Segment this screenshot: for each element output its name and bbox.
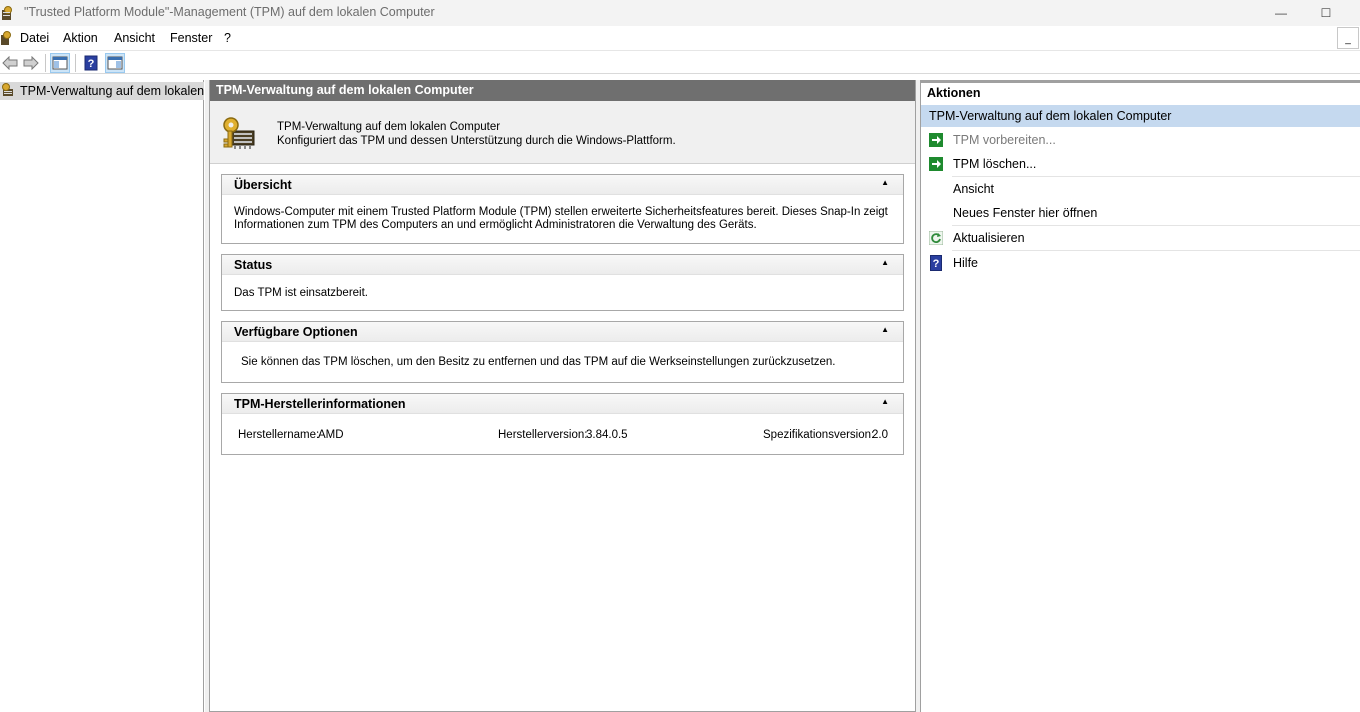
action-label: Hilfe	[953, 256, 979, 270]
spec-version-label: Spezifikationsversion:	[763, 429, 875, 441]
action-label: Neues Fenster hier öffnen	[953, 206, 1098, 220]
status-text: Das TPM ist einsatzbereit.	[234, 287, 369, 299]
result-pane: TPM-Verwaltung auf dem lokalen Computer …	[209, 80, 916, 712]
no-icon	[928, 181, 944, 197]
section-options-header[interactable]: Verfügbare Optionen ▲	[222, 322, 903, 342]
section-title: Übersicht	[234, 178, 292, 192]
tpm-app-icon[interactable]	[0, 5, 16, 21]
intro-panel: TPM-Verwaltung auf dem lokalen Computer …	[210, 101, 915, 164]
mdi-minimize-button[interactable]: _	[1337, 27, 1359, 49]
menu-ansicht[interactable]: Ansicht	[114, 31, 155, 45]
tpm-key-icon	[0, 82, 16, 100]
section-manufacturer-header[interactable]: TPM-Herstellerinformationen ▲	[222, 394, 903, 414]
action-refresh[interactable]: Aktualisieren	[921, 226, 1360, 250]
overview-text-line1: Windows-Computer mit einem Trusted Platf…	[234, 206, 888, 218]
action-new-window[interactable]: Neues Fenster hier öffnen	[921, 201, 1360, 225]
toolbar-separator	[45, 54, 46, 72]
tree-item-label: TPM-Verwaltung auf dem lokalen Computer	[20, 84, 204, 98]
action-view[interactable]: Ansicht	[921, 177, 1360, 201]
console-tree: TPM-Verwaltung auf dem lokalen Computer	[0, 80, 204, 712]
section-status: Status ▲ Das TPM ist einsatzbereit.	[221, 254, 904, 311]
title-bar: "Trusted Platform Module"-Management (TP…	[0, 0, 1360, 26]
menu-help[interactable]: ?	[224, 31, 231, 45]
minimize-button[interactable]: —	[1258, 0, 1304, 26]
window-title: "Trusted Platform Module"-Management (TP…	[24, 5, 435, 19]
forward-arrow-icon[interactable]	[21, 53, 41, 73]
result-pane-header: TPM-Verwaltung auf dem lokalen Computer	[210, 80, 915, 101]
svg-text:?: ?	[88, 58, 95, 70]
collapse-icon[interactable]: ▲	[881, 258, 889, 267]
action-label: TPM löschen...	[953, 157, 1037, 171]
action-tpm-prepare[interactable]: TPM vorbereiten...	[921, 128, 1360, 152]
collapse-icon[interactable]: ▲	[881, 397, 889, 406]
no-icon	[928, 205, 944, 221]
green-arrow-icon	[928, 132, 944, 148]
toolbar: ?	[0, 50, 1360, 74]
options-text: Sie können das TPM löschen, um den Besit…	[241, 356, 836, 368]
overview-text-line2: Informationen zum TPM des Computers an u…	[234, 219, 757, 231]
show-hide-action-pane-icon[interactable]	[105, 53, 125, 73]
actions-group-header[interactable]: TPM-Verwaltung auf dem lokalen Computer	[921, 105, 1360, 127]
manufacturer-name-label: Herstellername:	[238, 429, 320, 441]
action-label: Aktualisieren	[953, 231, 1025, 245]
tree-item-tpm-root[interactable]: TPM-Verwaltung auf dem lokalen Computer	[0, 82, 204, 100]
manufacturer-version-value: 3.84.0.5	[586, 429, 628, 441]
actions-pane: Aktionen TPM-Verwaltung auf dem lokalen …	[920, 80, 1360, 712]
section-title: Status	[234, 258, 273, 272]
action-help[interactable]: ? Hilfe	[921, 251, 1360, 275]
show-hide-console-tree-icon[interactable]	[50, 53, 70, 73]
action-label: Ansicht	[953, 182, 994, 196]
intro-description: Konfiguriert das TPM und dessen Unterstü…	[277, 135, 676, 147]
green-arrow-icon	[928, 156, 944, 172]
action-tpm-clear[interactable]: TPM löschen...	[921, 152, 1360, 176]
maximize-button[interactable]: ☐	[1303, 0, 1349, 26]
help-icon: ?	[928, 255, 944, 271]
svg-text:?: ?	[933, 258, 940, 270]
collapse-icon[interactable]: ▲	[881, 178, 889, 187]
refresh-icon	[928, 230, 944, 246]
menu-fenster[interactable]: Fenster	[170, 31, 212, 45]
help-icon[interactable]: ?	[81, 53, 101, 73]
actions-header: Aktionen	[921, 80, 1360, 103]
manufacturer-version-label: Herstellerversion:	[498, 429, 588, 441]
section-overview-header[interactable]: Übersicht ▲	[222, 175, 903, 195]
action-label: TPM vorbereiten...	[953, 133, 1056, 147]
section-status-header[interactable]: Status ▲	[222, 255, 903, 275]
menu-bar: Datei Aktion Ansicht Fenster ? _	[0, 26, 1360, 50]
section-manufacturer: TPM-Herstellerinformationen ▲ Hersteller…	[221, 393, 904, 455]
intro-title: TPM-Verwaltung auf dem lokalen Computer	[277, 121, 501, 133]
manufacturer-name-value: AMD	[318, 429, 344, 441]
section-title: TPM-Herstellerinformationen	[234, 397, 406, 411]
section-options: Verfügbare Optionen ▲ Sie können das TPM…	[221, 321, 904, 383]
section-overview: Übersicht ▲ Windows-Computer mit einem T…	[221, 174, 904, 244]
section-title: Verfügbare Optionen	[234, 325, 358, 339]
spec-version-value: 2.0	[872, 429, 888, 441]
back-arrow-icon[interactable]	[0, 53, 20, 73]
tpm-key-chip-icon	[222, 117, 258, 154]
menu-datei[interactable]: Datei	[20, 31, 49, 45]
system-menu-icon[interactable]	[0, 30, 12, 49]
toolbar-separator	[75, 54, 76, 72]
menu-aktion[interactable]: Aktion	[63, 31, 98, 45]
collapse-icon[interactable]: ▲	[881, 325, 889, 334]
